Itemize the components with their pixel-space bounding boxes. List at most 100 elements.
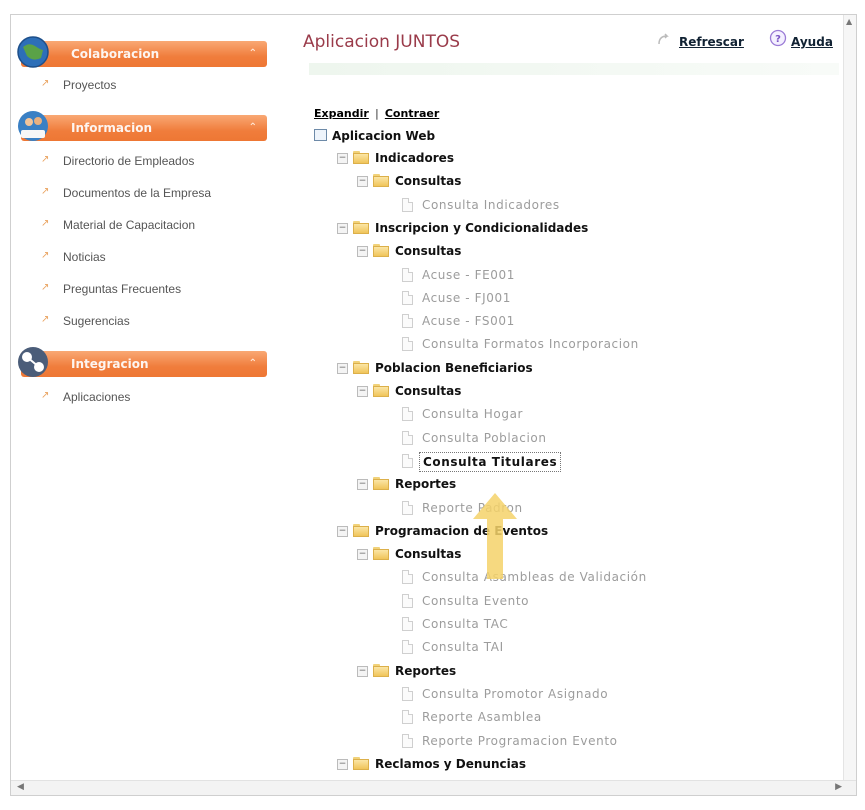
tree-leaf[interactable]: Consulta Hogar — [402, 403, 822, 425]
tree-leaf-label: Consulta Indicadores — [422, 197, 560, 212]
tree-leaf[interactable]: Consulta Titulares — [402, 450, 822, 472]
section-label: Informacion — [71, 121, 153, 135]
svg-text:?: ? — [775, 34, 781, 45]
tree-leaf[interactable]: Consulta Evento — [402, 590, 822, 612]
collapse-toggle-icon[interactable]: − — [337, 758, 348, 770]
vertical-scrollbar[interactable]: ▲ ▼ — [843, 15, 856, 795]
tree-leaf-label: Acuse - FJ001 — [422, 290, 511, 305]
collapse-toggle-icon[interactable]: − — [357, 549, 368, 561]
tree-leaf[interactable]: Reporte Programacion Evento — [402, 730, 822, 752]
section-header-informacion[interactable]: Informacion ⌃ — [18, 111, 267, 141]
tree-leaf[interactable]: Acuse - FJ001 — [402, 287, 822, 309]
document-icon — [402, 710, 413, 725]
collapse-toggle-icon[interactable]: − — [337, 525, 348, 537]
sidebar-item-label: Documentos de la Empresa — [63, 186, 212, 200]
tree-folder[interactable]: − Inscripcion y Condicionalidades — [337, 217, 757, 239]
link-bullet-icon: ↗ — [41, 78, 50, 89]
collapse-link[interactable]: Contraer — [385, 107, 439, 120]
tree-folder[interactable]: − Reclamos y Denuncias — [337, 753, 757, 775]
tree-folder[interactable]: − Programacion de Eventos — [337, 520, 757, 542]
link-bullet-icon: ↗ — [41, 250, 50, 261]
sidebar-item-proyectos[interactable]: ↗ Proyectos — [11, 69, 279, 101]
collapse-toggle-icon[interactable]: − — [357, 176, 368, 188]
folder-icon — [373, 477, 389, 491]
integration-icon — [18, 347, 48, 377]
scroll-left-icon[interactable]: ◀ — [17, 782, 24, 792]
sidebar-item-aplicaciones[interactable]: ↗ Aplicaciones — [11, 381, 279, 413]
tree-folder[interactable]: − Consultas — [357, 543, 777, 565]
tree-leaf[interactable]: Consulta Promotor Asignado — [402, 683, 822, 705]
chevron-up-icon[interactable]: ⌃ — [249, 122, 257, 133]
scroll-up-icon[interactable]: ▲ — [846, 17, 852, 26]
expand-link[interactable]: Expandir — [314, 107, 369, 120]
folder-icon — [353, 220, 369, 234]
chevron-up-icon[interactable]: ⌃ — [249, 358, 257, 369]
tree-leaf[interactable]: Consulta Asambleas de Validación — [402, 566, 822, 588]
collapse-toggle-icon[interactable]: − — [357, 386, 368, 397]
link-bullet-icon: ↗ — [41, 390, 50, 401]
sidebar-item-label: Sugerencias — [63, 314, 130, 328]
folder-icon — [373, 384, 389, 397]
collapse-toggle-icon[interactable]: − — [357, 479, 368, 491]
collapse-toggle-icon[interactable]: − — [337, 362, 348, 374]
tree-leaf[interactable]: Reporte Padron — [402, 497, 822, 519]
section-header-colaboracion[interactable]: Colaboracion ⌃ — [17, 36, 267, 68]
tree-root-icon — [314, 129, 327, 141]
help-icon[interactable]: ? — [769, 29, 787, 47]
document-icon — [402, 686, 413, 701]
tree-leaf[interactable]: Consulta Indicadores — [402, 194, 822, 216]
sidebar-item-label: Preguntas Frecuentes — [63, 282, 182, 296]
tree-leaf[interactable]: Reporte Asamblea — [402, 706, 822, 728]
tree-folder[interactable]: − Poblacion Beneficiarios — [337, 357, 757, 379]
tree-folder[interactable]: − Consultas — [357, 380, 777, 402]
globe-icon — [17, 36, 49, 68]
sidebar-item-material[interactable]: ↗ Material de Capacitacion — [11, 209, 279, 241]
help-link[interactable]: Ayuda — [791, 35, 833, 49]
info-people-icon — [18, 111, 48, 141]
document-icon — [402, 593, 413, 608]
sidebar: Colaboracion ⌃ ↗ Proyectos Informacion ⌃… — [11, 25, 279, 785]
refresh-icon[interactable] — [656, 32, 672, 48]
section-label: Integracion — [71, 357, 149, 371]
sidebar-item-sugerencias[interactable]: ↗ Sugerencias — [11, 305, 279, 337]
tree-leaf-label: Consulta Promotor Asignado — [422, 686, 609, 701]
tree-leaf[interactable]: Consulta TAC — [402, 613, 822, 635]
tree-folder-label: Consultas — [395, 174, 462, 189]
horizontal-scrollbar[interactable]: ◀ ▶ — [11, 780, 856, 795]
sidebar-item-label: Proyectos — [63, 78, 117, 92]
scroll-right-icon[interactable]: ▶ — [835, 782, 842, 792]
collapse-toggle-icon[interactable]: − — [337, 222, 348, 234]
tree-folder[interactable]: − Indicadores — [337, 147, 757, 169]
tree-leaf[interactable]: Consulta Formatos Incorporacion — [402, 333, 822, 355]
tree-leaf[interactable]: Acuse - FE001 — [402, 264, 822, 286]
tree-leaf[interactable]: Consulta TAI — [402, 636, 822, 658]
collapse-toggle-icon[interactable]: − — [357, 665, 368, 677]
section-header-integracion[interactable]: Integracion ⌃ — [18, 347, 267, 377]
tree-folder-label: Consultas — [395, 384, 462, 398]
document-icon — [402, 453, 413, 468]
tree-folder[interactable]: − Reportes — [357, 660, 777, 682]
main-panel: Aplicacion JUNTOS Refrescar ? Ayuda Expa… — [301, 15, 841, 795]
tree-leaf[interactable]: Consulta Poblacion — [402, 427, 822, 449]
sidebar-item-preguntas[interactable]: ↗ Preguntas Frecuentes — [11, 273, 279, 305]
folder-icon — [373, 547, 389, 561]
collapse-toggle-icon[interactable]: − — [337, 153, 348, 164]
folder-icon — [353, 523, 369, 537]
tree-leaf-label: Consulta Formatos Incorporacion — [422, 337, 639, 352]
chevron-up-icon[interactable]: ⌃ — [249, 48, 257, 59]
tree-folder[interactable]: − Consultas — [357, 170, 777, 192]
sidebar-item-documentos[interactable]: ↗ Documentos de la Empresa — [11, 177, 279, 209]
refresh-link[interactable]: Refrescar — [679, 35, 744, 49]
sidebar-item-label: Aplicaciones — [63, 390, 131, 404]
separator: | — [374, 107, 379, 120]
sidebar-item-noticias[interactable]: ↗ Noticias — [11, 241, 279, 273]
tree-leaf[interactable]: Acuse - FS001 — [402, 310, 822, 332]
tree-folder[interactable]: − Consultas — [357, 240, 777, 262]
tree-folder[interactable]: − Reportes — [357, 473, 777, 495]
tree-leaf-label: Consulta TAC — [422, 617, 509, 631]
sidebar-item-directorio[interactable]: ↗ Directorio de Empleados — [11, 145, 279, 177]
document-icon — [402, 640, 413, 655]
document-icon — [402, 197, 413, 212]
collapse-toggle-icon[interactable]: − — [357, 246, 368, 258]
tree-root[interactable]: Aplicacion Web — [314, 125, 714, 147]
